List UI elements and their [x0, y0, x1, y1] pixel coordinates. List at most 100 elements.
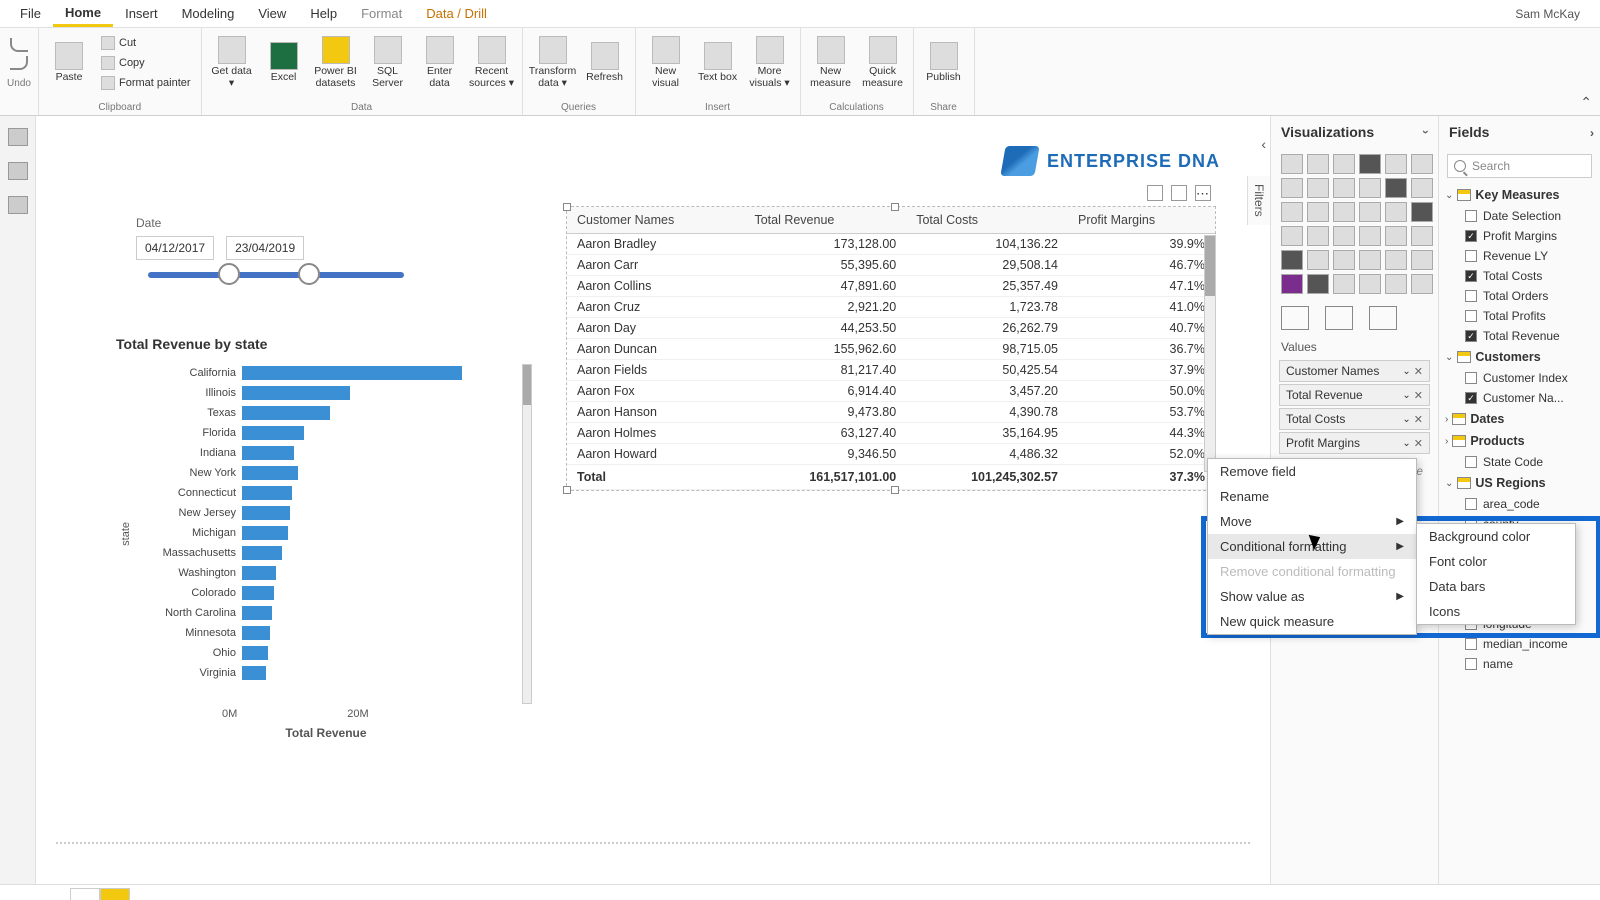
ctx-conditional-formatting[interactable]: Conditional formatting▶ — [1208, 534, 1416, 559]
viz-type-icon[interactable] — [1281, 226, 1303, 246]
field-checkbox[interactable] — [1465, 638, 1477, 650]
field-checkbox[interactable] — [1465, 392, 1477, 404]
menu-view[interactable]: View — [246, 2, 298, 25]
new-visual-button[interactable]: New visual — [642, 32, 690, 94]
bar-row[interactable]: New Jersey — [136, 504, 516, 522]
field-checkbox[interactable] — [1465, 210, 1477, 222]
field-well[interactable]: Profit Margins⌄✕ — [1279, 432, 1430, 454]
table-row[interactable]: Aaron Howard9,346.504,486.3252.0% — [567, 444, 1215, 465]
viz-type-icon[interactable] — [1281, 274, 1303, 294]
viz-type-icon[interactable] — [1385, 250, 1407, 270]
viz-type-icon[interactable] — [1411, 226, 1433, 246]
field-item[interactable]: Revenue LY — [1439, 246, 1600, 266]
bar-row[interactable]: Minnesota — [136, 624, 516, 642]
viz-type-icon[interactable] — [1411, 178, 1433, 198]
menu-help[interactable]: Help — [298, 2, 349, 25]
chevron-down-icon[interactable]: ⌄ — [1402, 414, 1410, 425]
ctx-move[interactable]: Move▶ — [1208, 509, 1416, 534]
sub-background-color[interactable]: Background color — [1417, 524, 1575, 549]
field-checkbox[interactable] — [1465, 498, 1477, 510]
field-item[interactable]: Total Orders — [1439, 286, 1600, 306]
data-view-icon[interactable] — [8, 162, 28, 180]
viz-type-icon[interactable] — [1411, 274, 1433, 294]
recent-sources-button[interactable]: Recent sources ▾ — [468, 32, 516, 94]
sub-font-color[interactable]: Font color — [1417, 549, 1575, 574]
bar-row[interactable]: New York — [136, 464, 516, 482]
page-tab-active[interactable] — [100, 888, 130, 900]
viz-type-icon[interactable] — [1281, 154, 1303, 174]
field-table-group[interactable]: ⌄US Regions — [1439, 472, 1600, 494]
field-item[interactable]: Total Costs — [1439, 266, 1600, 286]
get-data-button[interactable]: Get data ▾ — [208, 32, 256, 94]
field-item[interactable]: area_code — [1439, 494, 1600, 514]
undo-button[interactable] — [10, 38, 28, 52]
field-checkbox[interactable] — [1465, 310, 1477, 322]
remove-field-icon[interactable]: ✕ — [1414, 437, 1423, 450]
field-item[interactable]: Customer Na... — [1439, 388, 1600, 408]
field-table-group[interactable]: ⌄Customers — [1439, 346, 1600, 368]
viz-type-icon[interactable] — [1359, 250, 1381, 270]
bar-row[interactable]: Virginia — [136, 664, 516, 682]
field-checkbox[interactable] — [1465, 456, 1477, 468]
table-column-header[interactable]: Profit Margins — [1068, 207, 1215, 234]
viz-type-icon[interactable] — [1385, 274, 1407, 294]
field-checkbox[interactable] — [1465, 250, 1477, 262]
resize-handle[interactable] — [563, 203, 571, 211]
viz-type-icon[interactable] — [1359, 274, 1381, 294]
resize-handle[interactable] — [891, 203, 899, 211]
table-row[interactable]: Aaron Day44,253.5026,262.7940.7% — [567, 318, 1215, 339]
field-table-group[interactable]: ›Products — [1439, 430, 1600, 452]
format-painter-button[interactable]: Format painter — [97, 74, 195, 92]
new-measure-button[interactable]: New measure — [807, 32, 855, 94]
viz-type-icon[interactable] — [1359, 178, 1381, 198]
viz-type-icon[interactable] — [1281, 202, 1303, 222]
copy-button[interactable]: Copy — [97, 54, 195, 72]
viz-type-icon[interactable] — [1333, 226, 1355, 246]
chart-scrollbar[interactable] — [522, 364, 532, 704]
table-row[interactable]: Aaron Holmes63,127.4035,164.9544.3% — [567, 423, 1215, 444]
table-column-header[interactable]: Total Costs — [906, 207, 1068, 234]
viz-type-icon[interactable] — [1333, 250, 1355, 270]
field-item[interactable]: name — [1439, 654, 1600, 674]
bar-row[interactable]: Illinois — [136, 384, 516, 402]
viz-type-icon[interactable] — [1281, 178, 1303, 198]
table-row[interactable]: Aaron Carr55,395.6029,508.1446.7% — [567, 255, 1215, 276]
bar-row[interactable]: North Carolina — [136, 604, 516, 622]
field-checkbox[interactable] — [1465, 372, 1477, 384]
remove-field-icon[interactable]: ✕ — [1414, 413, 1423, 426]
sql-server-button[interactable]: SQL Server — [364, 32, 412, 94]
date-from-input[interactable]: 04/12/2017 — [136, 236, 214, 260]
remove-field-icon[interactable]: ✕ — [1414, 389, 1423, 402]
viz-type-icon[interactable] — [1359, 226, 1381, 246]
table-row[interactable]: Aaron Fox6,914.403,457.2050.0% — [567, 381, 1215, 402]
field-checkbox[interactable] — [1465, 230, 1477, 242]
bar-row[interactable]: Michigan — [136, 524, 516, 542]
viz-type-icon[interactable] — [1359, 154, 1381, 174]
viz-type-icon[interactable] — [1307, 226, 1329, 246]
viz-type-icon[interactable] — [1333, 154, 1355, 174]
bar-row[interactable]: Ohio — [136, 644, 516, 662]
field-item[interactable]: Date Selection — [1439, 206, 1600, 226]
bar-row[interactable]: Florida — [136, 424, 516, 442]
bar-row[interactable]: Connecticut — [136, 484, 516, 502]
field-item[interactable]: Customer Index — [1439, 368, 1600, 388]
bar-row[interactable]: Texas — [136, 404, 516, 422]
resize-handle[interactable] — [891, 486, 899, 494]
filters-pane-tab[interactable]: Filters — [1247, 176, 1270, 225]
table-more-icon[interactable]: ⋯ — [1195, 185, 1211, 201]
menu-format[interactable]: Format — [349, 2, 414, 25]
sub-icons[interactable]: Icons — [1417, 599, 1575, 624]
analytics-tab-icon[interactable] — [1369, 306, 1397, 330]
refresh-button[interactable]: Refresh — [581, 32, 629, 94]
field-item[interactable]: Total Profits — [1439, 306, 1600, 326]
bar-row[interactable]: Colorado — [136, 584, 516, 602]
transform-data-button[interactable]: Transform data ▾ — [529, 32, 577, 94]
table-column-header[interactable]: Customer Names — [567, 207, 744, 234]
fields-pane-collapse[interactable]: › — [1590, 126, 1594, 140]
filters-collapse-icon[interactable]: ‹ — [1261, 136, 1266, 152]
resize-handle[interactable] — [563, 486, 571, 494]
table-row[interactable]: Aaron Bradley173,128.00104,136.2239.9% — [567, 234, 1215, 255]
ctx-new-quick-measure[interactable]: New quick measure — [1208, 609, 1416, 634]
viz-type-icon[interactable] — [1385, 226, 1407, 246]
viz-type-icon[interactable] — [1385, 154, 1407, 174]
